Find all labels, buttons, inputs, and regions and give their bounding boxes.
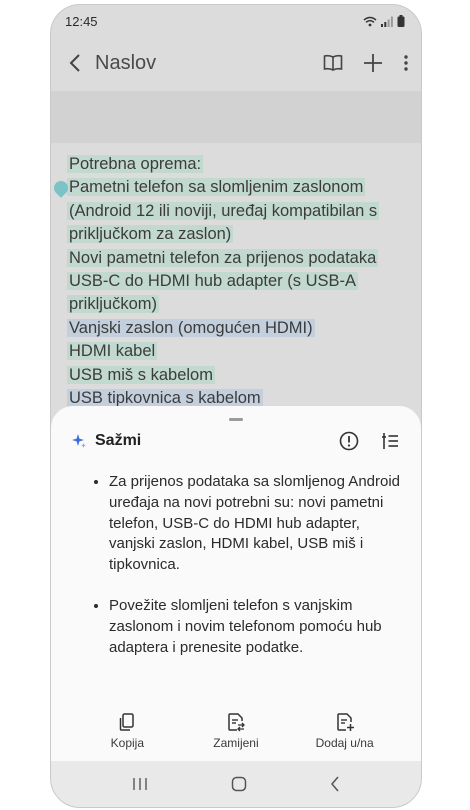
- sparkle-icon: [72, 434, 86, 448]
- replace-label: Zamijeni: [213, 736, 259, 750]
- note-line: USB-C do HDMI hub adapter (s USB-A: [67, 272, 359, 291]
- signal-icon: [381, 16, 393, 27]
- sheet-title: Sažmi: [95, 432, 142, 449]
- phone-frame: 12:45 Naslov Potrebna oprema: Pametni te…: [50, 4, 422, 808]
- note-line: HDMI kabel: [67, 342, 158, 361]
- note-line: Pametni telefon sa slomljenim zaslonom: [67, 178, 366, 197]
- sheet-header: Sažmi: [71, 430, 399, 452]
- add-to-note-label: Dodaj u/na: [315, 736, 374, 750]
- sheet-actions: Kopija Zamijeni Dodaj u/na: [51, 712, 421, 750]
- system-nav-bar: [51, 761, 421, 807]
- home-icon[interactable]: [231, 776, 247, 792]
- note-line: (Android 12 ili noviji, uređaj kompatibi…: [67, 201, 380, 220]
- replace-button[interactable]: Zamijeni: [191, 712, 281, 750]
- wifi-icon: [363, 16, 377, 26]
- status-bar: 12:45: [51, 5, 421, 37]
- drag-handle[interactable]: [229, 418, 243, 421]
- summary-bullet: Povežite slomljeni telefon s vanjskim za…: [109, 596, 409, 658]
- summary-sheet: Sažmi • Za prijenos podataka sa slomljen…: [51, 406, 421, 761]
- info-icon[interactable]: [339, 431, 359, 451]
- back-arrow-icon[interactable]: [69, 54, 81, 72]
- back-icon[interactable]: [330, 776, 340, 792]
- note-line: Potrebna oprema:: [67, 155, 204, 173]
- status-icons: [363, 15, 405, 27]
- more-vert-icon[interactable]: [403, 54, 409, 72]
- copy-icon: [120, 713, 135, 731]
- summary-format-icon[interactable]: [381, 432, 399, 450]
- book-icon[interactable]: [323, 54, 343, 72]
- plus-icon[interactable]: [363, 53, 383, 73]
- app-bar-actions: [323, 53, 409, 73]
- note-line: Novi pametni telefon za prijenos podatak…: [67, 248, 379, 267]
- add-to-note-button[interactable]: Dodaj u/na: [300, 712, 390, 750]
- note-line: Vanjski zaslon (omogućen HDMI): [67, 318, 315, 337]
- note-line: USB miš s kabelom: [67, 365, 215, 384]
- summary-bullet: Za prijenos podataka sa slomljenog Andro…: [109, 472, 409, 576]
- copy-button[interactable]: Kopija: [82, 712, 172, 750]
- replace-icon: [228, 713, 245, 732]
- note-title-area[interactable]: [51, 91, 421, 143]
- note-title[interactable]: Naslov: [95, 52, 323, 75]
- app-bar: Naslov: [51, 37, 421, 89]
- summary-list: Za prijenos podataka sa slomljenog Andro…: [89, 472, 409, 678]
- note-line: priključkom za zaslon): [67, 225, 234, 244]
- recents-icon[interactable]: [132, 777, 148, 791]
- battery-icon: [397, 15, 405, 27]
- add-note-icon: [336, 713, 354, 731]
- note-line: priključkom): [67, 295, 160, 314]
- note-body[interactable]: Potrebna oprema: Pametni telefon sa slom…: [51, 153, 407, 410]
- copy-label: Kopija: [110, 736, 144, 750]
- sheet-header-actions: [339, 431, 399, 451]
- status-time: 12:45: [65, 13, 98, 29]
